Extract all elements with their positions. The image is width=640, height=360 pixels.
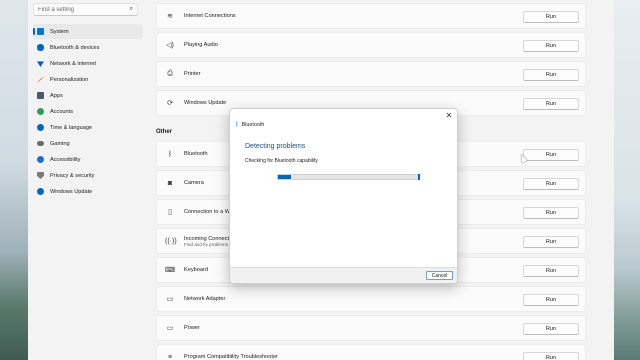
sidebar-item-label: Gaming xyxy=(50,140,70,147)
speaker-icon: ◁) xyxy=(166,42,174,49)
account-icon xyxy=(37,108,44,115)
sidebar-item-label: Bluetooth & devices xyxy=(50,44,100,51)
shield-icon xyxy=(37,172,44,179)
dialog-titlebar: ᛒ Bluetooth xyxy=(235,122,264,128)
troubleshooter-row-playing-audio: ◁) Playing Audio Run xyxy=(156,32,586,58)
bluetooth-icon xyxy=(37,44,44,51)
progress-fill xyxy=(278,175,291,179)
sidebar-item-label: Time & language xyxy=(50,124,93,131)
incoming-icon: ((·)) xyxy=(165,237,177,245)
sidebar-item-label: Privacy & security xyxy=(50,172,95,179)
row-label: Network Adapter xyxy=(184,296,226,302)
row-label: Windows Update xyxy=(184,100,227,106)
sidebar-item-personalization[interactable]: Personalization xyxy=(33,72,143,87)
sidebar-item-apps[interactable]: Apps xyxy=(33,88,143,103)
sidebar-item-label: Accessibility xyxy=(50,156,81,163)
troubleshooter-row-printer: ⎙ Printer Run xyxy=(156,61,586,87)
sidebar-item-windows-update[interactable]: Windows Update xyxy=(33,184,143,199)
run-button[interactable]: Run xyxy=(523,11,579,23)
row-label: Camera xyxy=(184,180,204,186)
progress-bar xyxy=(277,174,420,180)
dialog-title: Bluetooth xyxy=(241,122,265,128)
row-label: Power xyxy=(184,325,200,331)
device-icon: ▯ xyxy=(168,209,172,216)
troubleshooter-row-power: ▭ Power Run xyxy=(156,315,586,341)
globe-clock-icon xyxy=(37,124,44,131)
sidebar-item-privacy-security[interactable]: Privacy & security xyxy=(33,168,143,183)
brush-icon xyxy=(37,76,44,83)
close-icon[interactable]: ✕ xyxy=(444,111,454,120)
power-icon: ▭ xyxy=(166,325,174,332)
cancel-button[interactable]: Cancel xyxy=(426,271,453,280)
sidebar-item-system[interactable]: System xyxy=(33,24,143,39)
sidebar-item-label: Network & internet xyxy=(50,60,97,67)
bluetooth-troubleshooter-dialog: ᛒ Bluetooth ✕ Detecting problems Checkin… xyxy=(229,108,458,284)
row-label: Internet Connections xyxy=(184,13,236,19)
row-label: Bluetooth xyxy=(184,151,208,157)
desktop-wallpaper-left xyxy=(0,0,28,360)
run-button[interactable]: Run xyxy=(523,98,579,110)
bluetooth-icon: ᛒ xyxy=(235,122,239,128)
run-button[interactable]: Run xyxy=(523,265,579,277)
update-icon: ⟳ xyxy=(167,100,173,107)
run-button[interactable]: Run xyxy=(523,207,579,219)
sidebar: ⌕ System Bluetooth & devices Network & i… xyxy=(28,0,148,360)
sidebar-item-bluetooth-devices[interactable]: Bluetooth & devices xyxy=(33,40,143,55)
accessibility-icon xyxy=(37,156,44,163)
keyboard-icon: ⌨ xyxy=(165,267,176,274)
row-label: Program Compatibility Troubleshooter xyxy=(184,354,278,360)
row-label: Connection to a Wo xyxy=(184,209,234,215)
troubleshooter-row-internet-connections: ≋ Internet Connections Run xyxy=(156,3,586,29)
sidebar-item-network-internet[interactable]: Network & internet xyxy=(33,56,143,71)
wifi-icon: ≋ xyxy=(167,13,173,20)
gamepad-icon xyxy=(37,141,44,146)
progress-marquee xyxy=(418,174,420,180)
sidebar-item-label: Personalization xyxy=(50,76,89,83)
run-button[interactable]: Run xyxy=(523,236,579,248)
update-icon xyxy=(37,188,44,195)
search-input[interactable] xyxy=(38,6,126,13)
sidebar-item-gaming[interactable]: Gaming xyxy=(33,136,143,151)
run-button[interactable]: Run xyxy=(523,294,579,306)
bluetooth-icon: ᛒ xyxy=(167,150,173,158)
sidebar-item-accessibility[interactable]: Accessibility xyxy=(33,152,143,167)
search-icon[interactable]: ⌕ xyxy=(130,6,133,13)
row-label: Printer xyxy=(184,71,201,77)
troubleshooter-row-program-compatibility: ≡ Program Compatibility Troubleshooter R… xyxy=(156,344,586,360)
dialog-status-text: Checking for Bluetooth capability xyxy=(245,158,318,164)
search-box[interactable]: ⌕ xyxy=(33,3,138,16)
run-button[interactable]: Run xyxy=(523,323,579,335)
sidebar-item-accounts[interactable]: Accounts xyxy=(33,104,143,119)
desktop-wallpaper-right xyxy=(614,0,640,360)
sidebar-item-label: System xyxy=(50,28,69,35)
sidebar-nav: System Bluetooth & devices Network & int… xyxy=(33,24,143,200)
monitor-icon xyxy=(37,28,44,35)
row-label: Keyboard xyxy=(184,267,208,273)
sidebar-item-time-language[interactable]: Time & language xyxy=(33,120,143,135)
printer-icon: ⎙ xyxy=(167,70,173,77)
troubleshooter-row-network-adapter: ▭ Network Adapter Run xyxy=(156,286,586,312)
sidebar-item-label: Apps xyxy=(50,92,63,99)
dialog-heading: Detecting problems xyxy=(245,143,306,150)
sidebar-item-label: Accounts xyxy=(50,108,74,115)
network-adapter-icon: ▭ xyxy=(166,296,174,303)
row-label: Playing Audio xyxy=(184,42,218,48)
section-title-other: Other xyxy=(156,129,173,135)
list-icon: ≡ xyxy=(167,353,173,360)
run-button[interactable]: Run xyxy=(523,352,579,360)
run-button[interactable]: Run xyxy=(523,149,579,161)
run-button[interactable]: Run xyxy=(523,40,579,52)
sidebar-item-label: Windows Update xyxy=(50,188,93,195)
camera-icon: ◙ xyxy=(167,179,173,187)
apps-icon xyxy=(37,92,44,99)
run-button[interactable]: Run xyxy=(523,69,579,81)
wifi-icon xyxy=(37,61,44,67)
dialog-footer: Cancel xyxy=(230,267,457,283)
row-sublabel: Find and fix problems xyxy=(184,241,228,247)
run-button[interactable]: Run xyxy=(523,178,579,190)
row-text: Incoming Connectic Find and fix problems xyxy=(184,236,233,247)
